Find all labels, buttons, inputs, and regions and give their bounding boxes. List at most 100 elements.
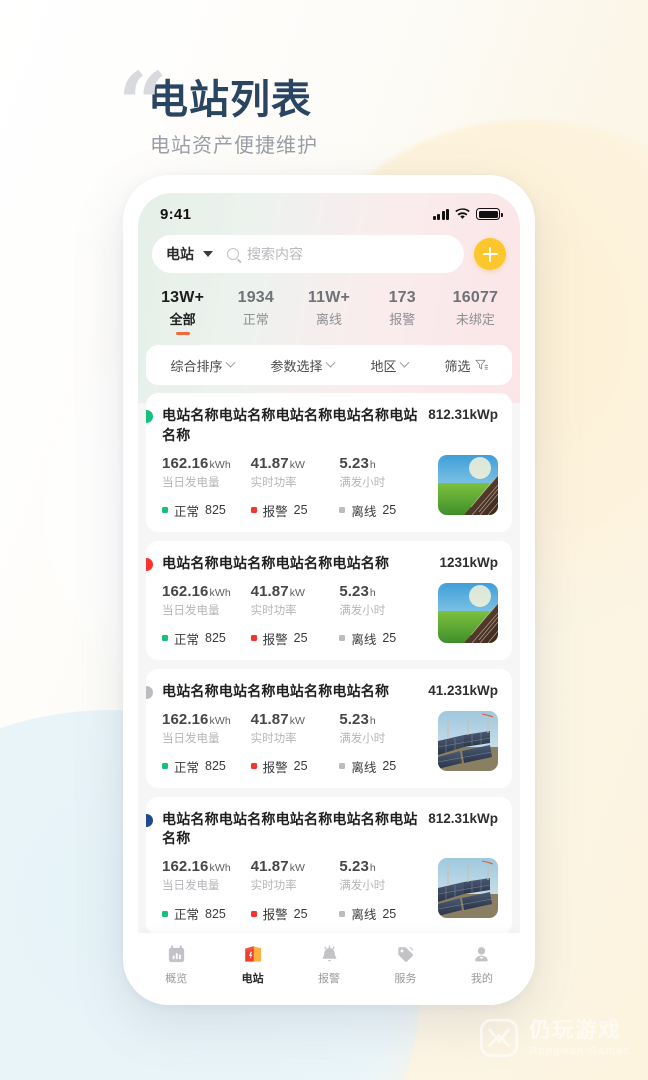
stat-label: 报警 xyxy=(366,309,439,328)
stat-tab-normal[interactable]: 1934 正常 xyxy=(219,289,292,335)
station-name: 电站名称电站名称电站名称电站名称电站名称 xyxy=(162,810,420,850)
filter-label: 综合排序 xyxy=(170,356,222,375)
search-input[interactable]: 电站 搜索内容 xyxy=(152,235,464,273)
tab-profile[interactable]: 我的 xyxy=(444,942,520,986)
status-label: 离线 xyxy=(351,904,376,923)
tab-alarm[interactable]: 报警 xyxy=(291,942,367,986)
status-offline: 离线 25 xyxy=(339,629,428,648)
station-metrics-wrap: 162.16kWh 当日发电量 41.87kW 实时功率 5.23h 满发小时 xyxy=(162,583,428,648)
metric-label: 实时功率 xyxy=(251,474,340,490)
station-thumbnail xyxy=(438,583,498,643)
station-thumbnail xyxy=(438,711,498,771)
status-alarm: 报警 25 xyxy=(251,904,340,923)
status-count: 25 xyxy=(294,631,308,645)
metric-label: 满发小时 xyxy=(339,877,428,893)
status-marker xyxy=(146,410,153,423)
status-bar: 9:41 xyxy=(138,193,520,227)
station-metrics: 162.16kWh 当日发电量 41.87kW 实时功率 5.23h 满发小时 xyxy=(162,455,428,490)
solar-farm-array-photo xyxy=(438,858,498,918)
add-station-button[interactable] xyxy=(474,238,506,270)
status-label: 离线 xyxy=(351,501,376,520)
page-header: “ 电站列表 电站资产便捷维护 xyxy=(118,62,318,158)
status-dot-normal-icon xyxy=(162,507,168,513)
status-label: 正常 xyxy=(174,904,199,923)
station-card[interactable]: 电站名称电站名称电站名称电站名称 1231kWp 162.16kWh 当日发电量 xyxy=(146,541,512,660)
metric-label: 实时功率 xyxy=(251,730,340,746)
stat-tab-all[interactable]: 13W+ 全部 xyxy=(146,289,219,335)
metric-daily-energy: 162.16kWh 当日发电量 xyxy=(162,583,251,618)
station-card-body: 162.16kWh 当日发电量 41.87kW 实时功率 5.23h 满发小时 xyxy=(162,711,498,776)
status-offline: 离线 25 xyxy=(339,904,428,923)
station-card[interactable]: 电站名称电站名称电站名称电站名称电站名称 812.31kWp 162.16kWh… xyxy=(146,393,512,532)
metric-label: 满发小时 xyxy=(339,730,428,746)
tab-station[interactable]: 电站 xyxy=(214,942,290,986)
tab-service[interactable]: 服务 xyxy=(367,942,443,986)
status-dot-alarm-icon xyxy=(251,911,257,917)
metric-daily-energy: 162.16kWh 当日发电量 xyxy=(162,711,251,746)
station-card-header: 电站名称电站名称电站名称电站名称电站名称 812.31kWp xyxy=(162,810,498,850)
status-dot-normal-icon xyxy=(162,763,168,769)
filter-advanced[interactable]: 筛选 xyxy=(444,356,487,375)
station-thumbnail xyxy=(438,858,498,918)
tab-label: 报警 xyxy=(291,970,367,986)
status-count: 825 xyxy=(205,503,226,517)
filter-sort[interactable]: 综合排序 xyxy=(170,356,233,375)
stat-value: 173 xyxy=(366,289,439,307)
solar-farm-array-photo xyxy=(438,711,498,771)
metric-unit: kW xyxy=(290,862,305,874)
status-bar-time: 9:41 xyxy=(160,206,191,223)
tab-label: 我的 xyxy=(444,970,520,986)
metric-unit: kWh xyxy=(209,459,230,471)
station-name: 电站名称电站名称电站名称电站名称电站名称 xyxy=(162,406,420,446)
metric-unit: kW xyxy=(290,715,305,727)
metric-value: 162.16 xyxy=(162,455,208,472)
status-label: 离线 xyxy=(351,629,376,648)
station-capacity: 1231kWp xyxy=(439,554,498,570)
station-card[interactable]: 电站名称电站名称电站名称电站名称 41.231kWp 162.16kWh 当日发… xyxy=(146,669,512,788)
search-placeholder: 搜索内容 xyxy=(247,244,303,264)
metric-value: 162.16 xyxy=(162,711,208,728)
status-count: 25 xyxy=(382,631,396,645)
station-thumbnail xyxy=(438,455,498,515)
station-metrics-wrap: 162.16kWh 当日发电量 41.87kW 实时功率 5.23h 满发小时 xyxy=(162,858,428,923)
station-metrics-wrap: 162.16kWh 当日发电量 41.87kW 实时功率 5.23h 满发小时 xyxy=(162,455,428,520)
stat-tab-unbound[interactable]: 16077 未绑定 xyxy=(439,289,512,335)
filter-region[interactable]: 地区 xyxy=(370,356,407,375)
search-icon xyxy=(227,248,239,260)
bottom-tab-bar: 概览 电站 xyxy=(138,933,520,1005)
metric-daily-energy: 162.16kWh 当日发电量 xyxy=(162,455,251,490)
status-dot-alarm-icon xyxy=(251,763,257,769)
station-status-line: 正常 825 报警 25 离线 xyxy=(162,501,428,520)
status-alarm: 报警 25 xyxy=(251,757,340,776)
user-profile-icon xyxy=(444,942,520,966)
station-card[interactable]: 电站名称电站名称电站名称电站名称电站名称 812.31kWp 162.16kWh… xyxy=(146,797,512,936)
stat-tab-offline[interactable]: 11W+ 离线 xyxy=(292,289,365,335)
metric-full-hours: 5.23h 满发小时 xyxy=(339,455,428,490)
station-status-line: 正常 825 报警 25 离线 xyxy=(162,757,428,776)
metric-value: 5.23 xyxy=(339,858,369,875)
caret-down-icon[interactable] xyxy=(203,251,213,257)
stat-tab-alarm[interactable]: 173 报警 xyxy=(366,289,439,335)
stat-value: 16077 xyxy=(439,289,512,307)
metric-full-hours: 5.23h 满发小时 xyxy=(339,858,428,893)
status-count: 825 xyxy=(205,631,226,645)
page-subtitle: 电站资产便捷维护 xyxy=(150,129,318,158)
metric-unit: kWh xyxy=(209,715,230,727)
metric-unit: kW xyxy=(290,587,305,599)
status-normal: 正常 825 xyxy=(162,904,251,923)
tab-overview[interactable]: 概览 xyxy=(138,942,214,986)
station-metrics: 162.16kWh 当日发电量 41.87kW 实时功率 5.23h 满发小时 xyxy=(162,711,428,746)
quote-mark-icon: “ xyxy=(118,62,163,148)
metric-unit: kWh xyxy=(209,587,230,599)
status-offline: 离线 25 xyxy=(339,757,428,776)
station-card-body: 162.16kWh 当日发电量 41.87kW 实时功率 5.23h 满发小时 xyxy=(162,583,498,648)
search-scope-label[interactable]: 电站 xyxy=(166,244,194,264)
status-count: 25 xyxy=(294,759,308,773)
tab-label: 电站 xyxy=(214,970,290,986)
status-count: 25 xyxy=(382,759,396,773)
metric-label: 当日发电量 xyxy=(162,602,251,618)
status-count: 825 xyxy=(205,759,226,773)
status-label: 正常 xyxy=(174,629,199,648)
filter-parameter[interactable]: 参数选择 xyxy=(270,356,333,375)
filter-label: 地区 xyxy=(370,356,396,375)
